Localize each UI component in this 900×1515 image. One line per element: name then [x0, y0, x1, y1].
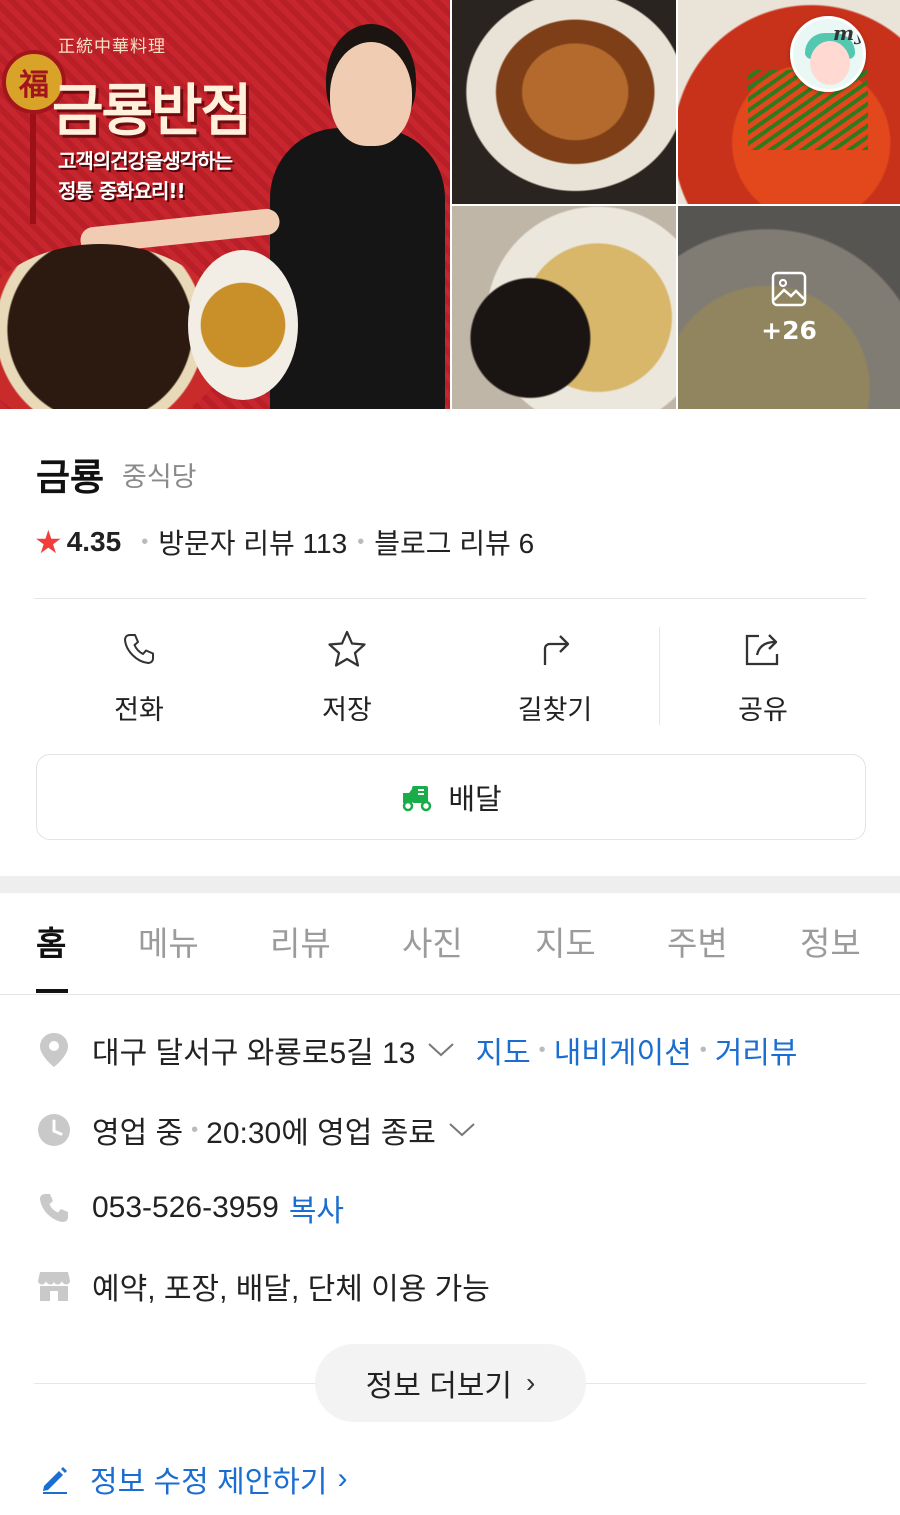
- rating-row: ★ 4.35 • 방문자 리뷰 113 • 블로그 리뷰 6: [34, 522, 534, 562]
- tab-photos[interactable]: 사진: [402, 917, 463, 965]
- open-status: 영업 중: [92, 1117, 184, 1150]
- photo-gallery: 福 正統中華料理 금룡반점 고객의건강을생각하는 정통 중화요리!! +26 m…: [0, 0, 900, 409]
- tassel-image: [30, 114, 36, 224]
- tab-info[interactable]: 정보: [800, 917, 861, 965]
- photo-fried-rice[interactable]: [452, 206, 676, 409]
- pencil-icon: [40, 1464, 70, 1494]
- location-pin-icon: [36, 1030, 72, 1070]
- my-avatar-button[interactable]: my: [790, 16, 866, 92]
- banner-slogan-line1: 고객의건강을생각하는: [58, 149, 233, 173]
- hours-row[interactable]: 영업 중 • 20:30에 영업 종료: [36, 1108, 476, 1152]
- chevron-right-icon: ›: [526, 1367, 536, 1398]
- rating-star-icon: ★: [34, 524, 63, 560]
- separator-dot: •: [141, 530, 149, 553]
- photo-banner[interactable]: 福 正統中華料理 금룡반점 고객의건강을생각하는 정통 중화요리!!: [0, 0, 450, 409]
- photo-jjamppong[interactable]: [678, 0, 900, 204]
- delivery-button[interactable]: 배달: [36, 754, 866, 840]
- save-button[interactable]: 저장: [243, 620, 451, 730]
- visitor-reviews-link[interactable]: 방문자 리뷰 113: [158, 522, 347, 562]
- place-name: 금룡: [36, 457, 105, 498]
- call-button[interactable]: 전화: [35, 620, 243, 730]
- more-info-button[interactable]: 정보 더보기 ›: [315, 1344, 586, 1422]
- navigation-link[interactable]: 내비게이션: [554, 1028, 692, 1072]
- directions-label: 길찾기: [517, 695, 593, 725]
- banner-subtitle: 正統中華料理: [58, 37, 166, 57]
- phone-icon: [36, 1188, 72, 1228]
- side-dish-plate: [188, 250, 298, 400]
- share-button[interactable]: 공유: [659, 620, 867, 730]
- rating-score: 4.35: [66, 526, 122, 557]
- more-photos-count: +26: [761, 316, 817, 345]
- separator-dot: •: [191, 1118, 199, 1141]
- divider: [34, 598, 866, 599]
- avatar-face: [810, 41, 850, 85]
- tab-nearby[interactable]: 주변: [667, 917, 728, 965]
- place-category: 중식당: [122, 462, 197, 492]
- tab-home[interactable]: 홈: [36, 917, 66, 965]
- section-gap: [0, 876, 900, 893]
- address-text: 대구 달서구 와룡로5길 13: [92, 1037, 416, 1070]
- suggest-edit-link[interactable]: 정보 수정 제안하기 ›: [40, 1457, 347, 1501]
- separator-dot: •: [538, 1038, 546, 1061]
- delivery-label: 배달: [448, 784, 502, 816]
- hours-expand-chevron-icon[interactable]: [448, 1121, 476, 1139]
- banner-brand: 금룡반점: [52, 79, 252, 144]
- model-head: [330, 42, 412, 146]
- more-info-label: 정보 더보기: [365, 1370, 512, 1403]
- clock-icon: [36, 1110, 72, 1150]
- photo-sweet-sour-pork[interactable]: [452, 0, 676, 204]
- separator-dot: •: [699, 1038, 707, 1061]
- star-icon: [327, 624, 367, 674]
- chevron-right-icon: ›: [337, 1462, 348, 1495]
- tab-menu[interactable]: 메뉴: [138, 917, 199, 965]
- share-label: 공유: [738, 695, 788, 725]
- share-icon: [743, 624, 783, 674]
- tab-map[interactable]: 지도: [535, 917, 596, 965]
- more-photos-button[interactable]: +26: [678, 206, 900, 409]
- directions-icon: [537, 624, 573, 674]
- street-view-link[interactable]: 거리뷰: [715, 1028, 798, 1072]
- blog-reviews-link[interactable]: 블로그 리뷰 6: [374, 522, 534, 562]
- services-text: 예약, 포장, 배달, 단체 이용 가능: [92, 1273, 490, 1306]
- call-label: 전화: [114, 695, 164, 725]
- my-badge-label: my: [833, 21, 866, 45]
- suggest-edit-label: 정보 수정 제안하기: [90, 1466, 328, 1499]
- save-label: 저장: [322, 695, 372, 725]
- address-row: 대구 달서구 와룡로5길 13 지도 • 내비게이션 • 거리뷰: [36, 1028, 798, 1072]
- tab-reviews[interactable]: 리뷰: [270, 917, 331, 965]
- phone-number[interactable]: 053-526-3959: [92, 1191, 279, 1225]
- closing-time: 20:30에 영업 종료: [206, 1117, 436, 1150]
- banner-slogan: 고객의건강을생각하는 정통 중화요리!!: [58, 146, 233, 206]
- tab-bar: 홈 메뉴 리뷰 사진 지도 주변 정보: [0, 893, 900, 995]
- separator-dot: •: [357, 530, 365, 553]
- directions-button[interactable]: 길찾기: [451, 620, 659, 730]
- services-row: 예약, 포장, 배달, 단체 이용 가능: [36, 1264, 490, 1308]
- banner-slogan-line2: 정통 중화요리!!: [58, 179, 186, 203]
- address-expand-chevron-icon[interactable]: [427, 1041, 455, 1059]
- store-icon: [36, 1266, 72, 1306]
- map-link[interactable]: 지도: [475, 1028, 530, 1072]
- image-icon: [771, 271, 807, 307]
- copy-phone-link[interactable]: 복사: [289, 1186, 344, 1230]
- phone-row: 053-526-3959 복사: [36, 1186, 344, 1230]
- active-tab-indicator: [36, 989, 68, 993]
- model-figure: [270, 128, 445, 409]
- phone-icon: [121, 624, 157, 674]
- delivery-truck-icon: [403, 786, 432, 812]
